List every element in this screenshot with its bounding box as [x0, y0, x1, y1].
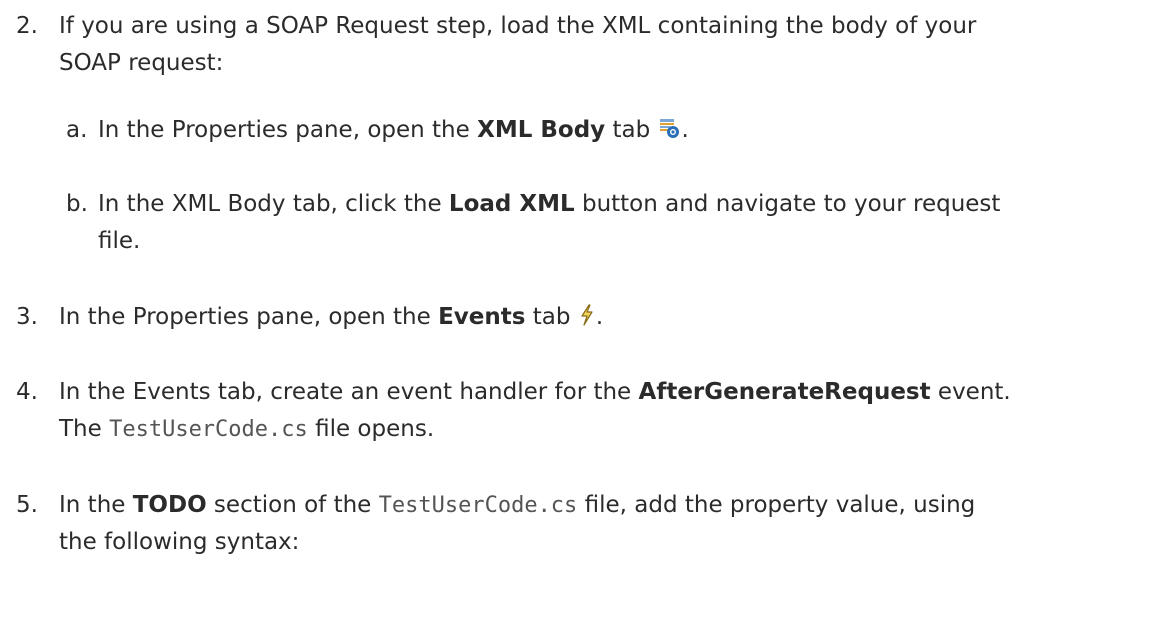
substep-text-line-1: In the XML Body tab, click the Load XML …	[98, 186, 1128, 222]
bold-term-aftergeneraterequest: AfterGenerateRequest	[638, 379, 931, 405]
step-number: 5.	[16, 492, 38, 518]
document-page: 2. If you are using a SOAP Request step,…	[0, 0, 1149, 625]
step-text-line-1: In the Events tab, create an event handl…	[59, 374, 1119, 410]
bold-term-xml-body: XML Body	[477, 117, 606, 143]
text-segment: tab	[525, 304, 571, 330]
bold-term-load-xml: Load XML	[448, 191, 575, 217]
code-filename: TestUserCode.cs	[378, 493, 578, 518]
text-segment: button and navigate to your request	[574, 191, 1001, 217]
step-text-line-2: The TestUserCode.cs file opens.	[59, 411, 1119, 448]
step-number: 2.	[16, 13, 38, 39]
step-text-line-1: In the TODO section of the TestUserCode.…	[59, 487, 1119, 524]
text-segment: In the Properties pane, open the	[98, 117, 478, 143]
text-segment: The	[59, 416, 110, 442]
text-segment: In the Events tab, create an event handl…	[59, 379, 639, 405]
text-segment: .	[681, 117, 689, 143]
bold-term-todo: TODO	[132, 492, 207, 518]
step-number: 4.	[16, 379, 38, 405]
text-segment: tab	[605, 117, 651, 143]
text-segment: In the	[59, 492, 133, 518]
text-segment: In the Properties pane, open the	[59, 304, 439, 330]
substep-text: In the Properties pane, open the XML Bod…	[98, 112, 1128, 150]
text-segment: file, add the property value, using	[577, 492, 976, 518]
code-filename: TestUserCode.cs	[109, 417, 308, 442]
xml-body-tab-icon	[658, 114, 682, 150]
substep-text-line-2: file.	[98, 228, 141, 254]
text-segment: file opens.	[307, 416, 435, 442]
bold-term-events: Events	[438, 304, 526, 330]
text-segment: section of the	[206, 492, 379, 518]
step-text-line-2: SOAP request:	[59, 50, 224, 76]
text-segment: .	[595, 304, 604, 330]
step-text-line-1: If you are using a SOAP Request step, lo…	[59, 13, 977, 39]
text-segment: In the XML Body tab, click the	[98, 191, 449, 217]
step-text-line-2: the following syntax:	[59, 529, 300, 555]
step-number: 3.	[16, 304, 38, 330]
step-text: In the Properties pane, open the Events …	[59, 299, 1119, 337]
events-tab-icon	[578, 301, 596, 337]
text-segment: event.	[930, 379, 1011, 405]
